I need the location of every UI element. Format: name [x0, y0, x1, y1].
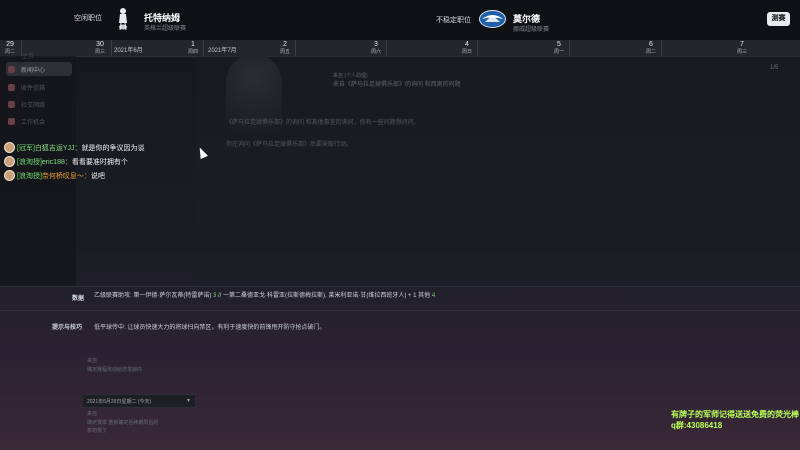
message-sender: 来自 (个人助理): [333, 73, 368, 79]
sidebar-item-news[interactable]: 新闻中心: [6, 62, 72, 76]
chat-message: [浪淘授] eric188： 看看要准时拥有个: [4, 156, 128, 167]
note-text: 确定赛程改动给您发邮件: [87, 367, 143, 373]
stats-label: 数据: [72, 296, 85, 302]
tips-row: 提示与技巧 低平球传中: 让球员快速大力的将球扫向禁区，有利于速度快的前锋甩开防…: [0, 310, 800, 343]
calendar-day[interactable]: 2 周五: [275, 41, 295, 55]
stats-text: 乙级联赛助攻: 第一伊德·萨尔瓦蒂(特雷萨诺) 3 // 一第二桑德亚戈·科雷亚…: [94, 293, 436, 299]
news-icon: [8, 65, 15, 73]
calendar-day[interactable]: 3 周六: [366, 41, 386, 55]
right-status-label: 不稳定职位: [436, 17, 471, 24]
calendar-day[interactable]: 5 周一: [549, 41, 569, 55]
calendar-day[interactable]: 29 周二: [0, 41, 20, 55]
sidebar-top-hint: 主页: [22, 53, 35, 60]
tips-label: 提示与技巧: [52, 325, 83, 331]
stream-overlay-text: 有牌子的军师记得送送免费的荧光棒: [671, 410, 799, 419]
cockerel-crest-icon[interactable]: [116, 6, 130, 32]
chat-message: [冠军] 白狐吉运YJJ： 就是你的争议因为谈: [4, 142, 145, 153]
tips-text: 低平球传中: 让球员快速大力的将球扫向禁区，有利于速度快的前锋甩开防守抢点破门。: [94, 325, 326, 331]
inbox-icon: [8, 83, 15, 91]
note-text: 确定赛季 重新确定后续期限后的: [87, 420, 159, 426]
wing-crest-icon[interactable]: [479, 10, 506, 28]
top-bar: 空闲职位 托特纳姆 英格兰超级联赛 不稳定职位 莫尔德 挪威超级联赛 测赛: [0, 0, 800, 40]
chat-message: [浪淘授] 奈何桥叹息～： 说吧: [4, 170, 105, 181]
month-label: 2021年6月: [114, 48, 143, 54]
message-panel: [196, 56, 800, 286]
message-body-line: 你在询问《萨马拉足球俱乐部》后要采取行动。: [226, 142, 353, 148]
calendar-day[interactable]: 7 周三: [732, 41, 752, 55]
sidebar-item-social[interactable]: 社交网络: [6, 97, 72, 111]
stream-overlay-group: q群:43086418: [671, 421, 723, 430]
calendar-day[interactable]: 4 周日: [457, 41, 477, 55]
message-subject[interactable]: 来自《萨马拉足球俱乐部》的询问 和西奥的问题: [333, 79, 461, 88]
chevron-down-icon: ▾: [187, 398, 191, 404]
continue-button[interactable]: 测赛: [767, 12, 790, 26]
avatar: [4, 156, 15, 167]
left-status-label: 空闲职位: [74, 15, 102, 22]
calendar-strip: 29 周二 30 周三 2021年6月 1 周四 2021年7月 2 周五 3 …: [0, 40, 800, 57]
message-body-line: 《萨马拉足球俱乐部》的询问 和其他事宜的询问，你有一些问题想问问。: [226, 120, 420, 126]
stats-row: 数据 乙级联赛助攻: 第一伊德·萨尔瓦蒂(特雷萨诺) 3 // 一第二桑德亚戈·…: [0, 286, 800, 309]
calendar-day[interactable]: 1 周四: [183, 41, 203, 55]
avatar: [4, 170, 15, 181]
sidebar-item-inbox[interactable]: 收件信箱: [6, 80, 72, 94]
right-club-league: 挪威超级联赛: [513, 27, 550, 33]
date-dropdown[interactable]: 2021年6月29日星期二 (今天) ▾: [82, 394, 196, 408]
note-title: 来自: [87, 411, 98, 417]
briefcase-icon: [8, 117, 15, 125]
left-club-league: 英格兰超级联赛: [144, 26, 187, 32]
note-text: 季初报了: [87, 428, 108, 434]
calendar-day[interactable]: 6 周二: [641, 41, 661, 55]
sidebar-item-jobs[interactable]: 工作机会: [6, 114, 72, 128]
social-icon: [8, 100, 15, 108]
month-label: 2021年7月: [208, 48, 237, 54]
note-title: 来自: [87, 358, 98, 364]
avatar: [4, 142, 15, 153]
calendar-day[interactable]: 30 周三: [90, 41, 110, 55]
page-indicator: 1/5: [770, 65, 779, 71]
